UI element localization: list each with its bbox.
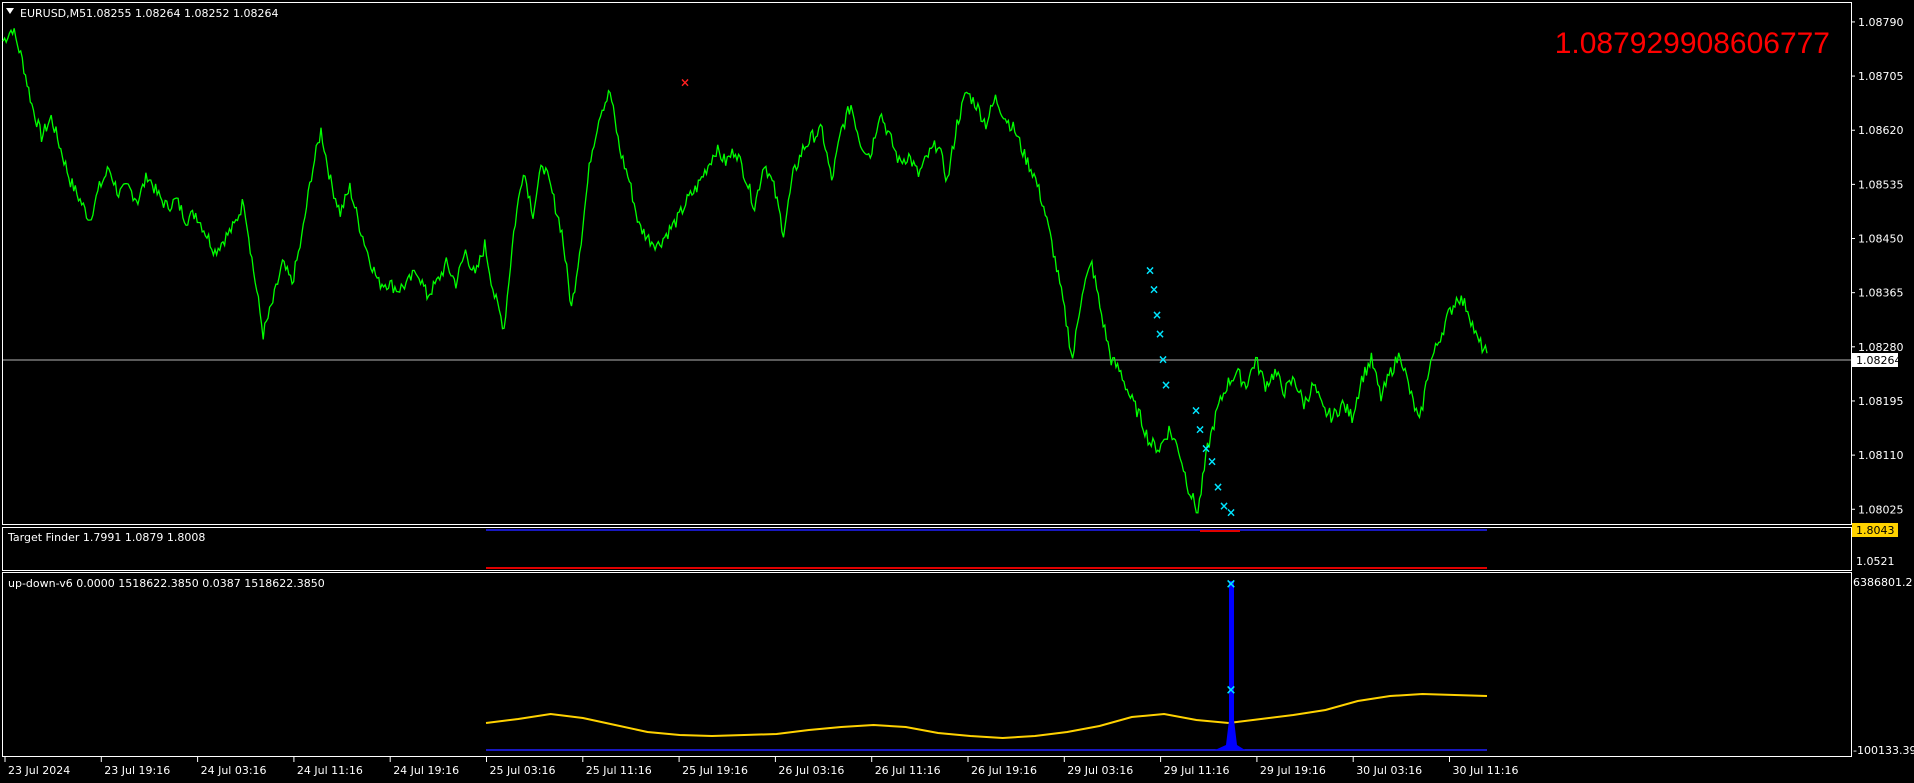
chart-stage: EURUSD,M5 1.08255 1.08264 1.08252 1.0826…: [2, 2, 1914, 777]
x-tick-label: 29 Jul 11:16: [1164, 764, 1230, 777]
price-tick-label: 1.08450: [1858, 233, 1904, 246]
dropdown-triangle-icon[interactable]: [6, 8, 14, 14]
symbol-label: EURUSD,M5: [20, 7, 86, 20]
x-tick-label: 23 Jul 19:16: [104, 764, 170, 777]
sell-marker: ×: [1191, 404, 1201, 418]
x-tick-label: 24 Jul 11:16: [297, 764, 363, 777]
ud-axis-bottom: -100133.39: [1853, 744, 1914, 757]
sell-marker: ×: [1152, 308, 1162, 322]
target-finder-label: Target Finder 1.7991 1.0879 1.8008: [7, 531, 205, 544]
sell-marker: ×: [1207, 454, 1217, 468]
x-tick-label: 25 Jul 19:16: [682, 764, 748, 777]
price-tick-label: 1.08535: [1858, 178, 1904, 191]
sell-marker: ×: [1161, 378, 1171, 392]
current-price-label: 1.08264: [1856, 354, 1902, 367]
panel3-border: [2, 572, 1852, 757]
price-tick-label: 1.08790: [1858, 16, 1904, 29]
x-tick-label: 24 Jul 03:16: [201, 764, 267, 777]
sell-marker: ×: [1145, 263, 1155, 277]
buy-marker: ×: [680, 75, 690, 89]
price-axis: 1.08790 1.08705 1.08620 1.08535 1.08450 1.083…: [1851, 16, 1904, 516]
x-axis: 23 Jul 2024 23 Jul 19:16 24 Jul 03:16 24 Ju…: [4, 757, 1519, 777]
price-tick-label: 1.08620: [1858, 124, 1904, 137]
spike-marker: ×: [1226, 577, 1237, 592]
x-tick-label: 25 Jul 03:16: [490, 764, 556, 777]
ud-yellow-line: [485, 692, 1488, 740]
up-down-label: up-down-v6 0.0000 1518622.3850 0.0387 15…: [8, 577, 325, 590]
sell-marker: ×: [1226, 505, 1236, 519]
sell-marker: ×: [1155, 327, 1165, 341]
ud-axis-top: 6386801.2: [1853, 576, 1913, 589]
buy-markers: ×: [680, 75, 690, 89]
x-tick-label: 26 Jul 19:16: [971, 764, 1037, 777]
x-tick-label: 30 Jul 03:16: [1356, 764, 1422, 777]
x-tick-label: 26 Jul 11:16: [875, 764, 941, 777]
tf-badge-label: 1.8043: [1856, 524, 1895, 537]
tf-axis-bottom: 1.0521: [1856, 555, 1895, 568]
ud-spike-base: [1215, 720, 1245, 750]
x-tick-label: 25 Jul 11:16: [586, 764, 652, 777]
price-series-line: [2, 28, 1488, 514]
x-tick-label: 29 Jul 03:16: [1067, 764, 1133, 777]
ohlc-label: 1.08255 1.08264 1.08252 1.08264: [86, 7, 278, 20]
x-tick-label: 24 Jul 19:16: [393, 764, 459, 777]
price-tick-label: 1.08110: [1858, 449, 1904, 462]
x-tick-label: 23 Jul 2024: [8, 764, 70, 777]
sell-marker: ×: [1158, 353, 1168, 367]
sell-markers: ×××××××××××××: [1145, 263, 1236, 519]
spike-marker: ×: [1226, 683, 1237, 698]
sell-marker: ×: [1195, 423, 1205, 437]
x-tick-label: 26 Jul 03:16: [778, 764, 844, 777]
price-tick-label: 1.08280: [1858, 341, 1904, 354]
panel2-border: [2, 527, 1852, 571]
x-tick-label: 29 Jul 19:16: [1260, 764, 1326, 777]
price-tick-label: 1.08705: [1858, 70, 1904, 83]
price-tick-label: 1.08365: [1858, 287, 1904, 300]
sell-marker: ×: [1213, 480, 1223, 494]
sell-marker: ×: [1149, 282, 1159, 296]
price-tick-label: 1.08195: [1858, 395, 1904, 408]
x-tick-label: 30 Jul 11:16: [1453, 764, 1519, 777]
overlay-value: 1.087929908606777: [1555, 27, 1830, 60]
main-panel-border: [2, 2, 1852, 525]
price-tick-label: 1.08025: [1858, 503, 1904, 516]
